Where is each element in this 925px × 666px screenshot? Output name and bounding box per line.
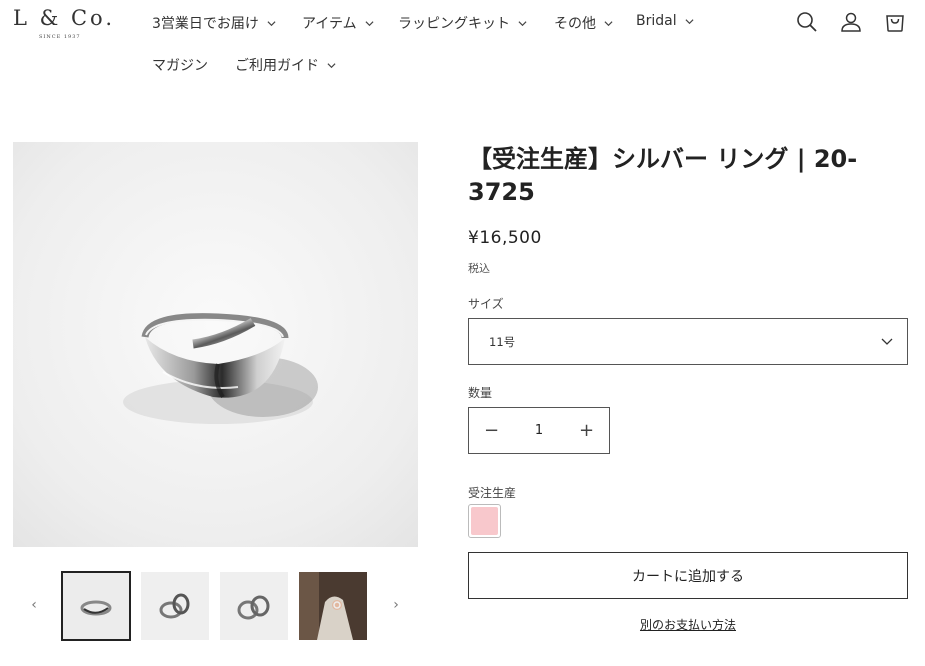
variant-swatch[interactable] xyxy=(468,504,501,538)
nav-item-bridal[interactable]: Bridal xyxy=(636,13,694,29)
chevron-left-icon: ‹ xyxy=(31,597,37,613)
chevron-down-icon xyxy=(685,18,694,24)
chevron-down-icon xyxy=(327,62,336,68)
account-icon xyxy=(841,12,861,32)
nav-item-3day-delivery[interactable]: 3営業日でお届け xyxy=(152,13,276,33)
nav-item-items[interactable]: アイテム xyxy=(302,13,374,33)
gallery-prev-button[interactable]: ‹ xyxy=(24,595,44,615)
cart-button[interactable] xyxy=(882,9,908,35)
plus-icon: + xyxy=(578,420,595,441)
nav-item-label: その他 xyxy=(554,16,596,32)
gallery-thumbnail[interactable] xyxy=(220,572,288,640)
product-main-image[interactable] xyxy=(13,142,418,547)
product-title: 【受注生産】シルバー リング | 20-3725 xyxy=(468,145,858,206)
nav-item-guide[interactable]: ご利用ガイド xyxy=(235,55,336,75)
nav-item-other[interactable]: その他 xyxy=(554,13,613,33)
quantity-decrease-button[interactable]: − xyxy=(469,408,514,453)
add-to-cart-button[interactable]: カートに追加する xyxy=(468,552,908,599)
swatch-color xyxy=(471,507,498,535)
size-select-value: 11号 xyxy=(489,334,516,349)
chevron-down-icon xyxy=(518,20,527,26)
chevron-right-icon: › xyxy=(393,597,399,613)
brand-logo[interactable]: L & Co. SINCE 1937 xyxy=(13,6,118,42)
main-nav: 3営業日でお届け アイテム ラッピングキット その他 Bridal マガジン ご… xyxy=(152,0,732,90)
size-select[interactable]: 11号 xyxy=(468,318,908,365)
product-price: ¥16,500 xyxy=(468,228,542,248)
quantity-input[interactable]: 1 xyxy=(514,423,564,438)
nav-item-wrapping-kit[interactable]: ラッピングキット xyxy=(398,13,527,33)
search-button[interactable] xyxy=(794,9,820,35)
nav-item-label: アイテム xyxy=(302,16,357,32)
nav-item-label: マガジン xyxy=(152,58,208,74)
quantity-label: 数量 xyxy=(468,386,493,400)
gallery-thumbnail[interactable] xyxy=(299,572,367,640)
quantity-increase-button[interactable]: + xyxy=(564,408,609,453)
chevron-down-icon xyxy=(365,20,374,26)
search-icon xyxy=(797,12,817,32)
gallery-thumbnail[interactable] xyxy=(61,571,131,641)
nav-item-label: 3営業日でお届け xyxy=(152,16,259,32)
gallery-thumbnail[interactable] xyxy=(141,572,209,640)
tax-note: 税込 xyxy=(468,262,490,275)
size-label: サイズ xyxy=(468,297,504,311)
chevron-down-icon xyxy=(881,338,893,345)
other-payment-link[interactable]: 別のお支払い方法 xyxy=(468,616,908,633)
chevron-down-icon xyxy=(604,20,613,26)
nav-item-label: ラッピングキット xyxy=(398,16,510,32)
nav-item-magazine[interactable]: マガジン xyxy=(152,55,208,75)
gallery-next-button[interactable]: › xyxy=(386,595,406,615)
nav-item-label: Bridal xyxy=(636,13,677,29)
quantity-stepper: − 1 + xyxy=(468,407,610,454)
logo-tagline: SINCE 1937 xyxy=(39,34,81,40)
chevron-down-icon xyxy=(267,20,276,26)
minus-icon: − xyxy=(483,420,500,441)
account-button[interactable] xyxy=(838,9,864,35)
cart-icon xyxy=(886,15,904,32)
logo-text: L & Co. xyxy=(13,6,116,30)
nav-item-label: ご利用ガイド xyxy=(235,58,319,74)
variant-label: 受注生産 xyxy=(468,486,517,500)
